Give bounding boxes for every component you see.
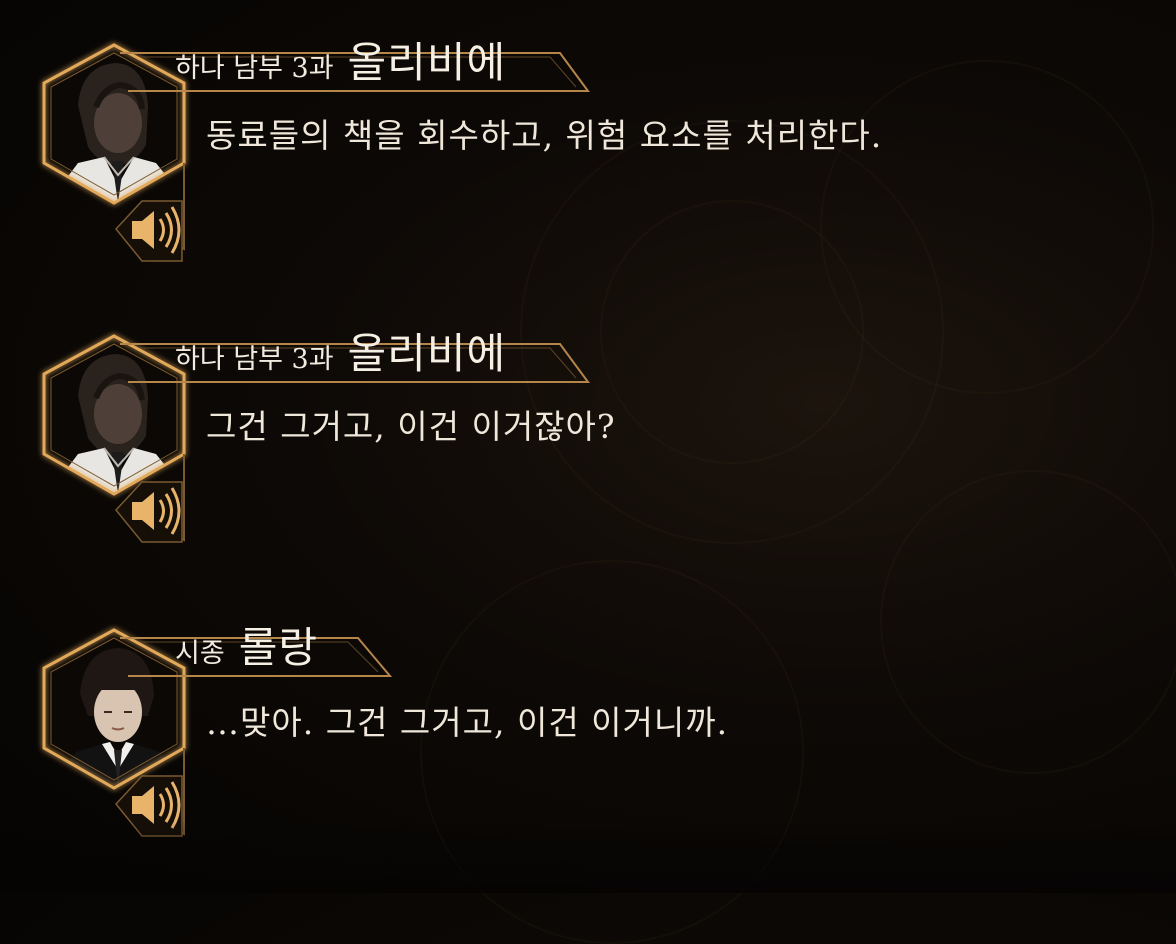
dialogue-log-screen: { "log": [ { "affiliation": "하나 남부 3과", … xyxy=(0,0,1176,944)
speaker-label: 하나 남부 3과 올리비에 xyxy=(175,29,506,90)
voice-replay-button[interactable] xyxy=(112,191,190,269)
speaker-label: 하나 남부 3과 올리비에 xyxy=(175,320,506,381)
speaker-affiliation: 하나 남부 3과 xyxy=(175,344,334,375)
log-entry: 하나 남부 3과 올리비에 동료들의 책을 회수하고, 위험 요소를 처리한다. xyxy=(0,35,1176,275)
dialogue-line: …맞아. 그건 그거고, 이건 이거니까. xyxy=(206,703,729,742)
log-entry: 하나 남부 3과 올리비에 그건 그거고, 이건 이거잖아? xyxy=(0,326,1176,566)
dialogue-line: 동료들의 책을 회수하고, 위험 요소를 처리한다. xyxy=(206,116,883,155)
speaker-icon xyxy=(115,481,183,543)
speaker-affiliation: 시종 xyxy=(175,638,225,669)
speaker-icon xyxy=(115,200,183,262)
voice-replay-button[interactable] xyxy=(112,472,190,550)
bottom-fade-overlay xyxy=(0,820,1176,893)
speaker-label: 시종 롤랑 xyxy=(175,614,318,675)
speaker-name: 올리비에 xyxy=(347,329,507,378)
dialogue-line: 그건 그거고, 이건 이거잖아? xyxy=(206,407,616,446)
speaker-name: 올리비에 xyxy=(347,38,507,87)
speaker-affiliation: 하나 남부 3과 xyxy=(175,53,334,84)
speaker-name: 롤랑 xyxy=(238,623,318,672)
